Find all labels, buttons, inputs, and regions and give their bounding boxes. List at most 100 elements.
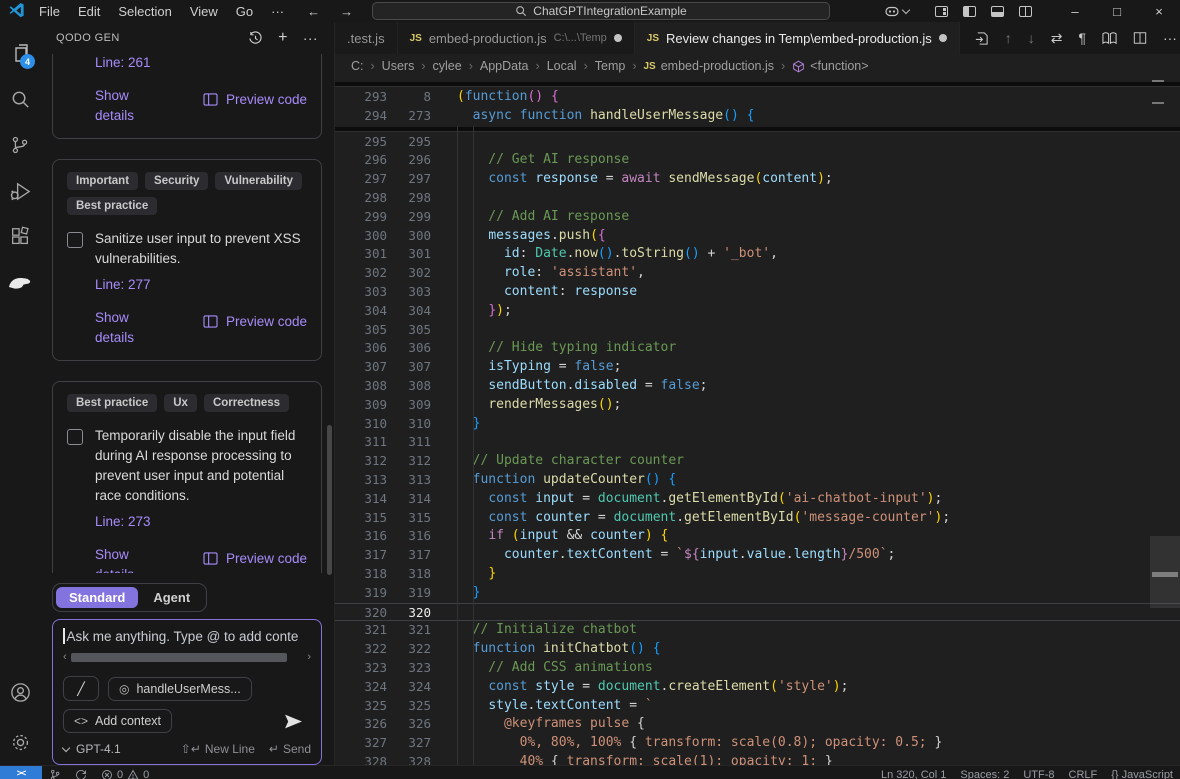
code-line[interactable]: 310310 } [335, 415, 1180, 434]
search-sidebar-icon[interactable] [0, 76, 40, 122]
preview-code-button[interactable]: Preview code [203, 551, 307, 566]
code-line[interactable]: 298298 [335, 189, 1180, 208]
code-line[interactable]: 313313 function updateCounter() { [335, 471, 1180, 490]
status-item[interactable]: UTF-8 [1016, 766, 1061, 779]
toggle-panel-icon[interactable] [991, 6, 1004, 17]
code-line[interactable]: 324324 const style = document.createElem… [335, 678, 1180, 697]
word-wrap-icon[interactable] [1102, 31, 1117, 46]
minimap-slider[interactable] [1152, 572, 1178, 577]
model-selector[interactable]: GPT-4.1 [63, 742, 121, 756]
chat-input-box[interactable]: Ask me anything. Type @ to add conte ‹ ›… [52, 619, 322, 765]
context-chip[interactable]: ◎ handleUserMess... [108, 677, 252, 701]
breadcrumb-item[interactable]: AppData [480, 59, 529, 73]
code-line[interactable]: 316316 if (input && counter) { [335, 527, 1180, 546]
code-line[interactable]: 294273 async function handleUserMessage(… [335, 107, 1180, 126]
breadcrumb[interactable]: C:›Users›cylee›AppData›Local›Temp›JSembe… [335, 54, 1180, 78]
code-line[interactable]: 306306 // Hide typing indicator [335, 339, 1180, 358]
code-line[interactable]: 320320 [335, 603, 1180, 622]
breadcrumb-item[interactable]: Temp [595, 59, 626, 73]
breadcrumb-item[interactable]: C: [351, 59, 364, 73]
breadcrumb-item[interactable]: JSembed-production.js [644, 59, 775, 73]
new-chat-icon[interactable]: + [278, 29, 288, 47]
toggle-secondary-sidebar-icon[interactable] [1019, 6, 1032, 17]
customize-layout-icon[interactable] [935, 6, 948, 17]
branch-item[interactable] [42, 766, 68, 779]
dirty-indicator[interactable] [939, 34, 947, 42]
input-hscrollbar[interactable]: ‹ › [63, 651, 311, 663]
code-line[interactable]: 295295 [335, 133, 1180, 152]
window-minimize-button[interactable]: – [1054, 0, 1096, 22]
menu-item[interactable]: Go [227, 4, 262, 19]
toggle-sidebar-icon[interactable] [963, 6, 976, 17]
mode-standard[interactable]: Standard [56, 587, 138, 608]
code-line[interactable]: 328328 40% { transform: scale(1); opacit… [335, 753, 1180, 765]
code-line[interactable]: 297297 const response = await sendMessag… [335, 170, 1180, 189]
code-line[interactable]: 2938(function() { [335, 88, 1180, 107]
command-center-search[interactable]: ChatGPTIntegrationExample [372, 2, 830, 20]
code-line[interactable]: 305305 [335, 321, 1180, 340]
preview-code-button[interactable]: Preview code [203, 92, 307, 107]
code-line[interactable]: 317317 counter.textContent = `${input.va… [335, 546, 1180, 565]
dirty-indicator[interactable] [614, 34, 622, 42]
toggle-whitespace-icon[interactable]: ¶ [1078, 30, 1086, 46]
code-line[interactable]: 326326 @keyframes pulse { [335, 715, 1180, 734]
code-line[interactable]: 319319 } [335, 584, 1180, 603]
menu-item[interactable]: View [181, 4, 227, 19]
split-editor-icon[interactable] [1133, 31, 1147, 45]
more-actions-icon[interactable]: ··· [303, 30, 318, 46]
explorer-icon[interactable]: 4 [0, 30, 40, 76]
edit-context-button[interactable]: ╱ [63, 676, 99, 701]
menu-item[interactable]: Edit [69, 4, 109, 19]
code-line[interactable]: 311311 [335, 433, 1180, 452]
scroll-left-icon[interactable]: ‹ [63, 651, 67, 663]
show-details-link[interactable]: Show details [95, 308, 169, 348]
code-line[interactable]: 302302 role: 'assistant', [335, 264, 1180, 283]
collapsed-region-separator[interactable] [335, 82, 1180, 87]
code-line[interactable]: 299299 // Add AI response [335, 208, 1180, 227]
code-line[interactable]: 301301 id: Date.now().toString() + '_bot… [335, 245, 1180, 264]
preview-code-button[interactable]: Preview code [203, 314, 307, 329]
editor-tab[interactable]: JSReview changes in Temp\embed-productio… [635, 22, 960, 54]
open-changes-icon[interactable] [974, 31, 989, 46]
extensions-icon[interactable] [0, 214, 40, 260]
menu-item[interactable]: Selection [109, 4, 180, 19]
sidebar-scrollbar[interactable] [327, 425, 332, 575]
status-item[interactable]: CRLF [1062, 766, 1105, 779]
code-line[interactable]: 327327 0%, 80%, 100% { transform: scale(… [335, 734, 1180, 753]
code-line[interactable]: 322322 function initChatbot() { [335, 640, 1180, 659]
code-line[interactable]: 315315 const counter = document.getEleme… [335, 509, 1180, 528]
breadcrumb-item[interactable]: Users [382, 59, 415, 73]
sync-item[interactable] [68, 766, 94, 779]
suggestion-checkbox[interactable] [67, 429, 83, 445]
show-details-link[interactable]: Show details [95, 545, 169, 573]
show-details-link[interactable]: Show details [95, 86, 169, 126]
window-maximize-button[interactable]: □ [1096, 0, 1138, 22]
menu-item[interactable]: File [30, 4, 69, 19]
swap-diff-sides-icon[interactable]: ⇄ [1051, 30, 1063, 47]
code-line[interactable]: 314314 const input = document.getElement… [335, 490, 1180, 509]
code-line[interactable]: 323323 // Add CSS animations [335, 659, 1180, 678]
window-close-button[interactable]: × [1138, 0, 1180, 22]
previous-change-icon[interactable]: ↑ [1005, 30, 1012, 46]
code-line[interactable]: 312312 // Update character counter [335, 452, 1180, 471]
qodo-gen-icon[interactable] [0, 260, 40, 306]
breadcrumb-item[interactable]: Local [547, 59, 577, 73]
problems-item[interactable]: 0 0 [94, 766, 156, 779]
history-icon[interactable] [248, 31, 263, 46]
scroll-right-icon[interactable]: › [307, 651, 311, 663]
status-item[interactable]: {} JavaScript [1104, 766, 1180, 779]
collapsed-region-separator[interactable] [335, 127, 1180, 132]
accounts-icon[interactable] [0, 669, 40, 715]
breadcrumb-item[interactable]: <function> [792, 59, 868, 73]
breadcrumb-item[interactable]: cylee [433, 59, 462, 73]
copilot-menu[interactable] [884, 3, 909, 19]
status-item[interactable]: Spaces: 2 [953, 766, 1016, 779]
code-line[interactable]: 309309 renderMessages(); [335, 396, 1180, 415]
back-arrow-icon[interactable]: ← [307, 4, 320, 19]
code-line[interactable]: 300300 messages.push({ [335, 227, 1180, 246]
code-line[interactable]: 307307 isTyping = false; [335, 358, 1180, 377]
code-line[interactable]: 304304 }); [335, 302, 1180, 321]
settings-gear-icon[interactable] [0, 719, 40, 765]
suggestion-checkbox[interactable] [67, 232, 83, 248]
run-debug-icon[interactable] [0, 168, 40, 214]
